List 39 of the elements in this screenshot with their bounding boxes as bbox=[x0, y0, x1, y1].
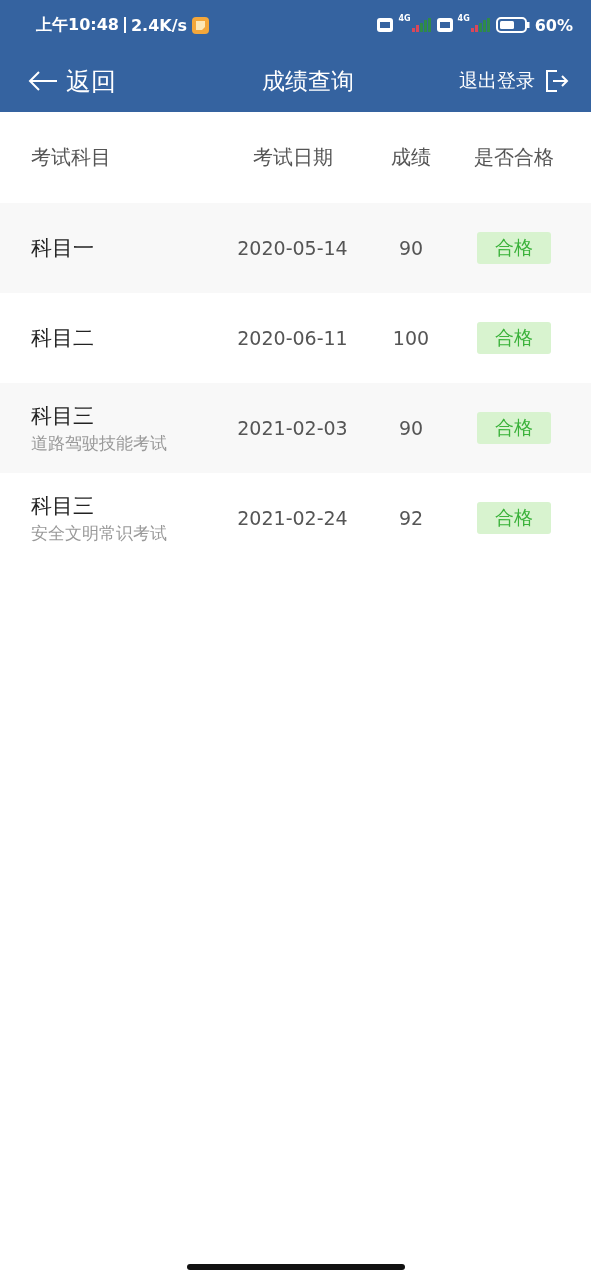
status-time: 上午10:48 bbox=[36, 14, 119, 36]
column-header: 成绩 bbox=[390, 144, 432, 171]
result-badge: 合格 bbox=[476, 232, 551, 264]
notification-icon bbox=[192, 16, 210, 34]
signal-icon bbox=[470, 18, 491, 32]
hd-icon bbox=[436, 18, 453, 32]
exam-score: 90 bbox=[397, 417, 425, 439]
exam-score: 100 bbox=[391, 327, 431, 349]
column-header: 考试日期 bbox=[251, 144, 334, 171]
back-button[interactable]: 返回 bbox=[28, 64, 116, 98]
network-type: 4G bbox=[398, 14, 411, 23]
network-type: 4G bbox=[457, 14, 470, 23]
logout-button[interactable]: 退出登录 bbox=[459, 68, 569, 94]
hd-icon bbox=[377, 18, 394, 32]
result-badge: 合格 bbox=[476, 502, 551, 534]
status-divider bbox=[123, 17, 126, 33]
column-header: 考试科目 bbox=[31, 144, 112, 171]
subject-detail: 道路驾驶技能考试 bbox=[31, 431, 168, 455]
result-badge: 合格 bbox=[476, 322, 551, 354]
subject-name: 科目一 bbox=[31, 235, 95, 262]
network-speed: 2.4K/s bbox=[130, 15, 188, 35]
battery-percent: 60% bbox=[534, 15, 573, 35]
column-header: 是否合格 bbox=[472, 144, 555, 171]
exam-date: 2020-05-14 bbox=[236, 237, 349, 259]
subject-name: 科目三 bbox=[31, 492, 95, 520]
exam-score: 90 bbox=[397, 237, 425, 259]
subject-detail: 安全文明常识考试 bbox=[31, 521, 168, 545]
page-title: 成绩查询 bbox=[261, 66, 354, 96]
result-badge: 合格 bbox=[476, 412, 551, 444]
signal-icon bbox=[411, 18, 432, 32]
logout-icon bbox=[545, 70, 569, 92]
exam-date: 2020-06-11 bbox=[236, 327, 349, 349]
exam-score: 92 bbox=[397, 507, 425, 529]
exam-date: 2021-02-24 bbox=[236, 507, 349, 529]
back-arrow-icon bbox=[28, 71, 58, 91]
subject-name: 科目三 bbox=[31, 402, 95, 430]
battery-icon bbox=[495, 17, 530, 33]
subject-name: 科目二 bbox=[31, 325, 95, 352]
exam-date: 2021-02-03 bbox=[236, 417, 349, 439]
